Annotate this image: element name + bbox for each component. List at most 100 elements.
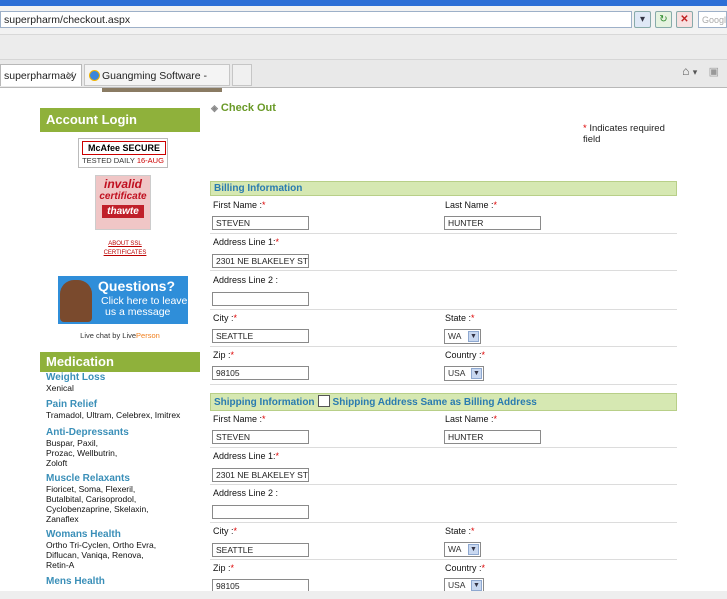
mcafee-secure-badge[interactable]: McAfee SECURE TESTED DAILY 16-AUG (78, 138, 168, 168)
thawte-logo: thawte (102, 205, 144, 218)
mcafee-logo: McAfee SECURE (82, 141, 166, 155)
bullet-icon: ◈ (211, 103, 218, 113)
billing-first-name-input[interactable]: STEVEN (212, 216, 309, 230)
billing-state-select[interactable]: WA ▼ (444, 329, 481, 344)
shipping-zip-label: Zip :* (213, 563, 235, 573)
divider (210, 309, 677, 310)
category-item[interactable]: Womans Health Ortho Tri-Cyclen, Ortho Evr… (46, 529, 198, 570)
billing-country-select[interactable]: USA ▼ (444, 366, 484, 381)
billing-address1-input[interactable]: 2301 NE BLAKELEY ST # (212, 254, 309, 268)
feed-icon[interactable]: ▣ (709, 66, 719, 78)
category-drugs: Xenical (46, 383, 74, 393)
billing-address2-input[interactable] (212, 292, 309, 306)
billing-zip-label: Zip :* (213, 350, 235, 360)
questions-subtitle: Click here to leave us a message (101, 295, 188, 318)
shipping-address2-label: Address Line 2 : (213, 488, 279, 498)
dropdown-arrow-icon[interactable]: ▾ (634, 11, 651, 28)
secondary-toolbar (0, 35, 727, 60)
stop-icon[interactable]: ✕ (676, 11, 693, 28)
category-item[interactable]: Muscle Relaxants Fioricet, Soma, Flexeril… (46, 473, 198, 524)
home-dropdown-icon[interactable]: ▾ (693, 67, 698, 77)
toolbar-controls: ⌂ ▾ ▣ (682, 64, 719, 78)
window-bottom-edge (0, 591, 727, 599)
category-item[interactable]: Mens Health (46, 576, 198, 587)
ie-icon (89, 70, 100, 81)
medication-list: Weight Loss Xenical Pain Relief Tramadol, … (46, 372, 198, 590)
shipping-first-name-input[interactable]: STEVEN (212, 430, 309, 444)
shipping-section-header: Shipping Information Shipping Address Sam… (210, 393, 677, 411)
divider (210, 447, 677, 448)
shipping-address1-label: Address Line 1:* (213, 451, 280, 461)
divider (210, 522, 677, 523)
livechat-credit[interactable]: Live chat by LivePerson (40, 331, 200, 340)
billing-last-name-input[interactable]: HUNTER (444, 216, 541, 230)
category-title[interactable]: Muscle Relaxants (46, 473, 198, 484)
category-drugs: Tramadol, Ultram, Celebrex, Imitrex (46, 410, 181, 420)
divider (210, 346, 677, 347)
address-bar: superpharm/checkout.aspx ▾ ↻ ✕ Google (0, 6, 727, 35)
billing-city-label: City :* (213, 313, 238, 323)
search-input[interactable]: Google (698, 11, 727, 28)
category-title[interactable]: Womans Health (46, 529, 198, 540)
checkout-form: ◈ Check Out * Indicates required field Bi… (208, 88, 678, 599)
billing-last-name-label: Last Name :* (445, 200, 498, 210)
shipping-last-name-label: Last Name :* (445, 414, 498, 424)
category-title[interactable]: Anti-Depressants (46, 427, 198, 438)
category-title[interactable]: Weight Loss (46, 372, 198, 383)
tab-superpharmacy[interactable]: superpharmacy ✕ (0, 64, 82, 86)
divider (210, 384, 677, 385)
billing-address2-label: Address Line 2 : (213, 275, 279, 285)
home-icon[interactable]: ⌂ (682, 64, 689, 78)
certificate-text: certificate (99, 191, 147, 202)
chevron-down-icon[interactable]: ▼ (468, 544, 479, 555)
shipping-state-select[interactable]: WA ▼ (444, 542, 481, 557)
invalid-text: invalid (103, 177, 142, 191)
refresh-icon[interactable]: ↻ (655, 11, 672, 28)
billing-zip-input[interactable]: 98105 (212, 366, 309, 380)
page-content: Account Login McAfee SECURE TESTED DAILY… (0, 88, 727, 599)
billing-first-name-label: First Name :* (213, 200, 266, 210)
category-drugs: Ortho Tri-Cyclen, Ortho Evra, Diflucan, … (46, 540, 157, 570)
questions-title: Questions? (98, 278, 176, 294)
tab-bar: superpharmacy ✕ Guangming Software - Ord… (0, 60, 727, 104)
divider (210, 484, 677, 485)
category-item[interactable]: Anti-Depressants Buspar, Paxil, Prozac, W… (46, 427, 198, 468)
category-item[interactable]: Pain Relief Tramadol, Ultram, Celebrex, I… (46, 399, 198, 420)
same-as-billing-label[interactable]: Shipping Address Same as Billing Address (333, 397, 537, 408)
sidebar: Account Login McAfee SECURE TESTED DAILY… (40, 88, 222, 599)
shipping-first-name-label: First Name :* (213, 414, 266, 424)
url-field[interactable]: superpharm/checkout.aspx (0, 11, 632, 28)
chevron-down-icon[interactable]: ▼ (468, 331, 479, 342)
new-tab-button[interactable] (232, 64, 252, 86)
billing-state-label: State :* (445, 313, 475, 323)
category-title[interactable]: Pain Relief (46, 399, 198, 410)
about-ssl-link[interactable]: ABOUT SSL CERTIFICATES (100, 240, 150, 258)
category-item[interactable]: Weight Loss Xenical (46, 372, 198, 393)
category-title[interactable]: Mens Health (46, 576, 198, 587)
account-login-header[interactable]: Account Login (40, 108, 200, 132)
required-field-note: * Indicates required field (583, 123, 665, 145)
chevron-down-icon[interactable]: ▼ (471, 368, 482, 379)
divider (210, 559, 677, 560)
shipping-state-label: State :* (445, 526, 475, 536)
tab-guangming-software[interactable]: Guangming Software - Order... (84, 64, 230, 104)
medication-header: Medication (40, 352, 200, 372)
shipping-city-label: City :* (213, 526, 238, 536)
shipping-last-name-input[interactable]: HUNTER (444, 430, 541, 444)
close-tab-icon[interactable]: ✕ (66, 65, 75, 87)
shipping-country-label: Country :* (445, 563, 486, 573)
shipping-city-input[interactable]: SEATTLE (212, 543, 309, 557)
checkout-heading: ◈ Check Out (211, 102, 276, 114)
category-drugs: Fioricet, Soma, Flexeril, Butalbital, Ca… (46, 484, 149, 524)
category-drugs: Buspar, Paxil, Prozac, Wellbutrin, Zolof… (46, 438, 118, 468)
support-agent-photo (60, 280, 92, 322)
mcafee-tested-text: TESTED DAILY 16-AUG (82, 156, 164, 165)
shipping-address1-input[interactable]: 2301 NE BLAKELEY ST # (212, 468, 309, 482)
billing-city-input[interactable]: SEATTLE (212, 329, 309, 343)
chevron-down-icon[interactable]: ▼ (471, 580, 482, 591)
questions-chat-banner[interactable]: Questions? Click here to leave us a messa… (58, 276, 188, 324)
shipping-address2-input[interactable] (212, 505, 309, 519)
invalid-certificate-seal[interactable]: invalid certificate thawte (95, 175, 151, 230)
same-as-billing-checkbox[interactable] (317, 395, 330, 407)
billing-country-label: Country :* (445, 350, 486, 360)
